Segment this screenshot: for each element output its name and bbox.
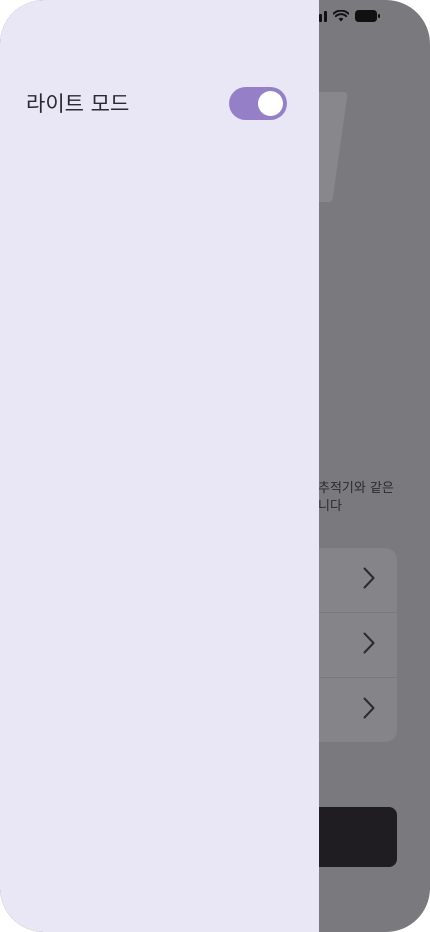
toggle-knob [258, 90, 283, 116]
status-bar [314, 10, 380, 22]
chevron-right-icon [363, 567, 375, 593]
battery-icon [355, 10, 380, 22]
light-mode-toggle[interactable] [229, 86, 287, 120]
light-mode-label: 라이트 모드 [26, 92, 130, 116]
wifi-icon [333, 10, 349, 22]
background-description-line: 추적기와 같은 [318, 481, 394, 496]
background-description-line: 니다 [318, 499, 342, 514]
side-drawer: 라이트 모드 [0, 0, 319, 932]
light-mode-setting-row: 라이트 모드 [26, 84, 287, 122]
chevron-right-icon [363, 632, 375, 658]
chevron-right-icon [363, 697, 375, 723]
screen: 추적기와 같은 니다 라이트 모드 [0, 0, 430, 932]
